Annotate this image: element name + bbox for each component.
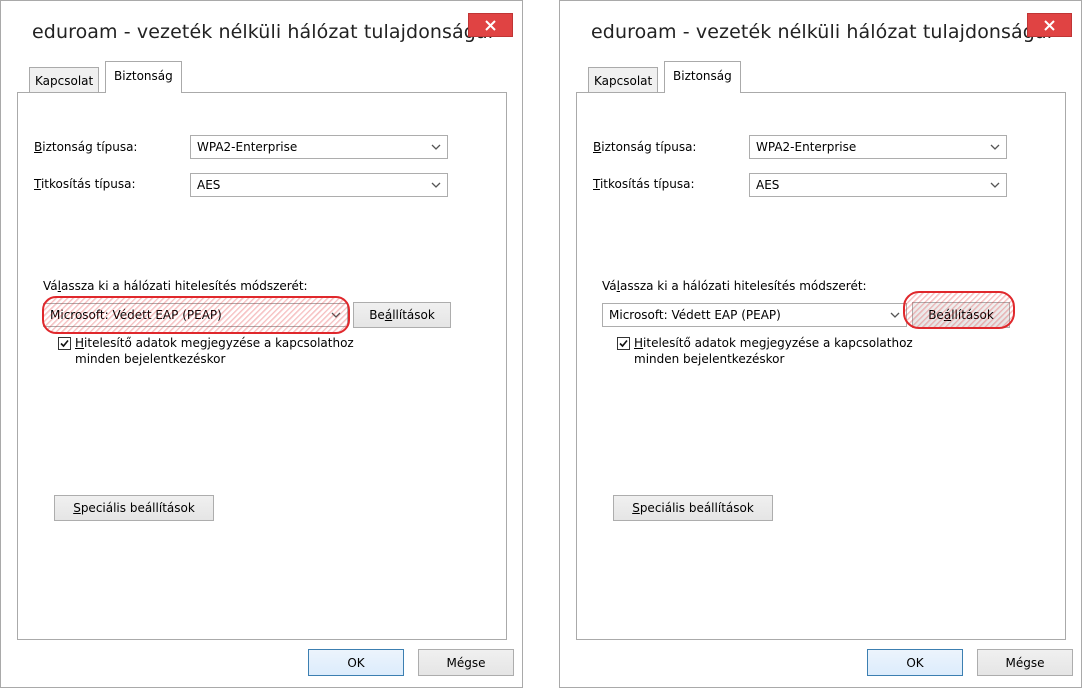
checkmark-icon	[60, 339, 69, 348]
auth-method-combo[interactable]: Microsoft: Védett EAP (PEAP)	[602, 303, 907, 327]
settings-button[interactable]: Be á llítások	[912, 302, 1010, 328]
auth-method-label: Válassza ki a hálózati hitelesítés módsz…	[43, 279, 308, 293]
security-tab-panel: Biztonság típusa: WPA2-Enterprise Titkos…	[576, 92, 1066, 640]
chevron-down-icon	[331, 312, 341, 318]
auth-method-combo[interactable]: Microsoft: Védett EAP (PEAP)	[43, 303, 348, 327]
encryption-type-combo[interactable]: AES	[190, 173, 448, 197]
auth-method-value: Microsoft: Védett EAP (PEAP)	[50, 308, 222, 322]
tab-connection[interactable]: Kapcsolat	[29, 67, 100, 93]
encryption-type-combo[interactable]: AES	[749, 173, 1007, 197]
dialog-client-area: Kapcsolat Biztonság Biztonság típusa: WP…	[576, 60, 1066, 640]
ok-button[interactable]: OK	[867, 649, 963, 676]
cancel-button[interactable]: Mégse	[418, 649, 514, 676]
remember-credentials-checkbox[interactable]	[58, 337, 71, 350]
cancel-button[interactable]: Mégse	[977, 649, 1073, 676]
encryption-type-label: Titkosítás típusa:	[34, 177, 136, 191]
remember-credentials-label-line1: Hitelesítő adatok megjegyzése a kapcsola…	[75, 336, 354, 350]
tab-security[interactable]: Biztonság	[664, 61, 741, 93]
checkmark-icon	[619, 339, 628, 348]
remember-credentials-label-line1: Hitelesítő adatok megjegyzése a kapcsola…	[634, 336, 913, 350]
encryption-type-value: AES	[756, 178, 780, 192]
advanced-settings-button[interactable]: Speciális beállítások	[54, 495, 214, 521]
auth-method-value: Microsoft: Védett EAP (PEAP)	[609, 308, 781, 322]
security-type-combo[interactable]: WPA2-Enterprise	[190, 135, 448, 159]
remember-credentials-checkbox[interactable]	[617, 337, 630, 350]
tab-strip: Kapcsolat Biztonság	[576, 60, 1066, 93]
remember-credentials-label-line2: minden bejelentkezéskor	[634, 352, 785, 366]
encryption-type-value: AES	[197, 178, 221, 192]
security-type-label: Biztonság típusa:	[593, 140, 697, 154]
remember-credentials-label-line2: minden bejelentkezéskor	[75, 352, 226, 366]
close-button[interactable]	[468, 13, 513, 37]
auth-method-label: Válassza ki a hálózati hitelesítés módsz…	[602, 279, 867, 293]
window-title: eduroam - vezeték nélküli hálózat tulajd…	[591, 21, 1053, 43]
chevron-down-icon	[990, 182, 1000, 188]
tab-security[interactable]: Biztonság	[105, 61, 182, 93]
window-title: eduroam - vezeték nélküli hálózat tulajd…	[32, 21, 494, 43]
security-type-combo[interactable]: WPA2-Enterprise	[749, 135, 1007, 159]
close-icon	[485, 19, 496, 31]
security-type-value: WPA2-Enterprise	[197, 140, 298, 154]
title-bar: eduroam - vezeték nélküli hálózat tulajd…	[560, 1, 1081, 59]
tab-connection[interactable]: Kapcsolat	[588, 67, 659, 93]
chevron-down-icon	[431, 144, 441, 150]
security-type-label: Biztonság típusa:	[34, 140, 138, 154]
security-type-value: WPA2-Enterprise	[756, 140, 857, 154]
advanced-settings-button[interactable]: Speciális beállítások	[613, 495, 773, 521]
security-tab-panel: Biztonság típusa: WPA2-Enterprise Titkos…	[17, 92, 507, 640]
close-button[interactable]	[1027, 13, 1072, 37]
chevron-down-icon	[890, 312, 900, 318]
title-bar: eduroam - vezeték nélküli hálózat tulajd…	[1, 1, 522, 59]
ok-button[interactable]: OK	[308, 649, 404, 676]
properties-dialog-right: eduroam - vezeték nélküli hálózat tulajd…	[559, 0, 1082, 688]
chevron-down-icon	[990, 144, 1000, 150]
chevron-down-icon	[431, 182, 441, 188]
close-icon	[1044, 19, 1055, 31]
properties-dialog-left: eduroam - vezeték nélküli hálózat tulajd…	[0, 0, 523, 688]
tab-strip: Kapcsolat Biztonság	[17, 60, 507, 93]
encryption-type-label: Titkosítás típusa:	[593, 177, 695, 191]
settings-button[interactable]: Be á llítások	[353, 302, 451, 328]
dialog-client-area: Kapcsolat Biztonság Biztonság típusa: WP…	[17, 60, 507, 640]
